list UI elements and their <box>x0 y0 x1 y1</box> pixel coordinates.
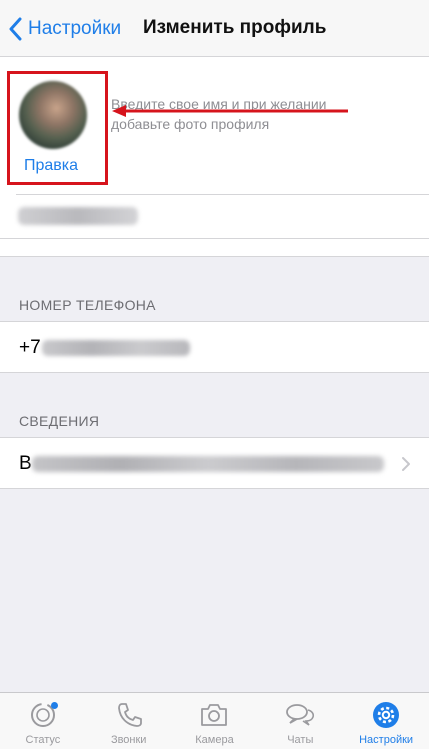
page-title: Изменить профиль <box>143 17 327 38</box>
camera-icon <box>201 704 228 726</box>
tab-settings[interactable]: Настройки <box>343 693 429 749</box>
tab-status[interactable]: Статус <box>0 693 86 749</box>
status-new-dot <box>50 702 58 709</box>
name-divider <box>16 194 429 195</box>
chats-icon <box>286 704 315 726</box>
about-row[interactable]: В <box>0 437 429 489</box>
back-button[interactable]: Настройки <box>8 14 121 44</box>
tab-calls[interactable]: Звонки <box>86 693 172 749</box>
phone-number-row[interactable]: +7 <box>0 321 429 373</box>
name-field[interactable] <box>18 207 138 225</box>
tab-bar: Статус Звонки Камера Чаты Настройки <box>0 692 429 749</box>
tab-label: Звонки <box>110 734 147 746</box>
settings-icon <box>373 702 400 728</box>
phone-section-header: НОМЕР ТЕЛЕФОНА <box>19 297 156 313</box>
about-section-header: СВЕДЕНИЯ <box>19 413 100 429</box>
tab-label: Статус <box>25 734 61 746</box>
tab-chats[interactable]: Чаты <box>257 693 343 749</box>
about-first-char: В <box>19 453 32 474</box>
edit-photo-link[interactable]: Правка <box>24 157 78 175</box>
tab-label: Камера <box>195 734 234 746</box>
chevron-right-icon <box>402 457 410 471</box>
tab-label: Настройки <box>359 734 414 746</box>
about-text-redacted <box>32 456 384 472</box>
tab-label: Чаты <box>287 734 314 746</box>
phone-prefix: +7 <box>19 337 41 358</box>
navigation-bar: Настройки Изменить профиль <box>0 0 429 57</box>
phone-number-redacted <box>42 340 190 356</box>
phone-icon <box>117 703 142 727</box>
tab-camera[interactable]: Камера <box>172 693 258 749</box>
section-divider <box>0 238 429 239</box>
back-button-label: Настройки <box>28 18 122 39</box>
avatar[interactable] <box>19 81 87 149</box>
profile-section: Правка Введите свое имя и при желании до… <box>0 57 429 257</box>
chevron-left-icon <box>9 17 22 41</box>
annotation-arrow-icon <box>112 105 348 117</box>
